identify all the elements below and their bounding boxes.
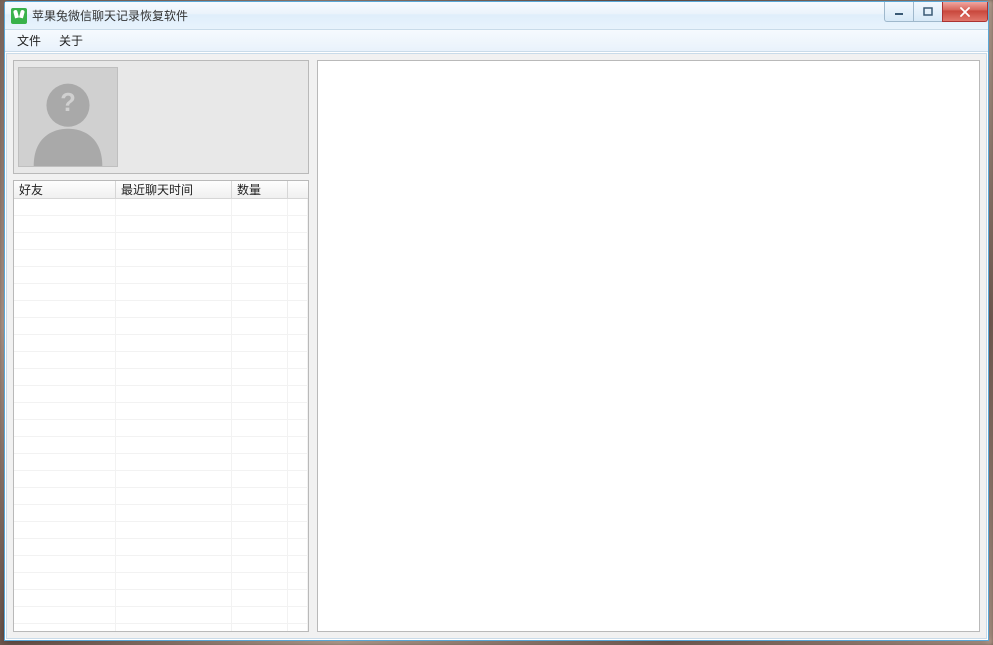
table-row[interactable]	[14, 233, 308, 250]
maximize-icon	[923, 7, 933, 17]
window-title: 苹果兔微信聊天记录恢复软件	[32, 7, 188, 24]
profile-card: ?	[13, 60, 309, 174]
close-icon	[959, 7, 971, 17]
table-row[interactable]	[14, 556, 308, 573]
table-row[interactable]	[14, 216, 308, 233]
menu-file[interactable]: 文件	[9, 30, 49, 51]
table-row[interactable]	[14, 420, 308, 437]
table-row[interactable]	[14, 199, 308, 216]
table-row[interactable]	[14, 488, 308, 505]
table-row[interactable]	[14, 318, 308, 335]
table-row[interactable]	[14, 335, 308, 352]
table-row[interactable]	[14, 301, 308, 318]
minimize-icon	[894, 7, 904, 17]
titlebar[interactable]: 苹果兔微信聊天记录恢复软件	[5, 2, 988, 30]
table-row[interactable]	[14, 284, 308, 301]
table-row[interactable]	[14, 267, 308, 284]
table-row[interactable]	[14, 607, 308, 624]
avatar-placeholder: ?	[18, 67, 118, 167]
table-body[interactable]	[14, 199, 308, 631]
svg-text:?: ?	[60, 89, 76, 117]
table-row[interactable]	[14, 369, 308, 386]
app-window: 苹果兔微信聊天记录恢复软件 文件 关于	[4, 1, 989, 641]
table-row[interactable]	[14, 505, 308, 522]
table-row[interactable]	[14, 352, 308, 369]
close-button[interactable]	[942, 2, 988, 22]
menubar: 文件 关于	[5, 30, 988, 52]
left-pane: ? 好友 最近聊天时间 数量	[13, 60, 309, 632]
table-row[interactable]	[14, 386, 308, 403]
table-row[interactable]	[14, 539, 308, 556]
column-friend[interactable]: 好友	[14, 181, 116, 198]
table-row[interactable]	[14, 573, 308, 590]
minimize-button[interactable]	[884, 2, 914, 22]
table-row[interactable]	[14, 454, 308, 471]
column-last-chat-time[interactable]: 最近聊天时间	[116, 181, 232, 198]
menu-about[interactable]: 关于	[51, 30, 91, 51]
contact-table[interactable]: 好友 最近聊天时间 数量	[13, 180, 309, 632]
person-unknown-icon: ?	[19, 68, 117, 166]
table-row[interactable]	[14, 437, 308, 454]
table-row[interactable]	[14, 403, 308, 420]
app-icon	[11, 8, 27, 24]
client-area: ? 好友 最近聊天时间 数量	[6, 53, 987, 639]
column-spacer	[288, 181, 308, 198]
table-row[interactable]	[14, 471, 308, 488]
maximize-button[interactable]	[913, 2, 943, 22]
table-header: 好友 最近聊天时间 数量	[14, 181, 308, 199]
table-row[interactable]	[14, 522, 308, 539]
content-pane[interactable]	[317, 60, 980, 632]
table-row[interactable]	[14, 250, 308, 267]
column-count[interactable]: 数量	[232, 181, 288, 198]
table-row[interactable]	[14, 624, 308, 631]
table-row[interactable]	[14, 590, 308, 607]
window-controls	[885, 2, 988, 22]
